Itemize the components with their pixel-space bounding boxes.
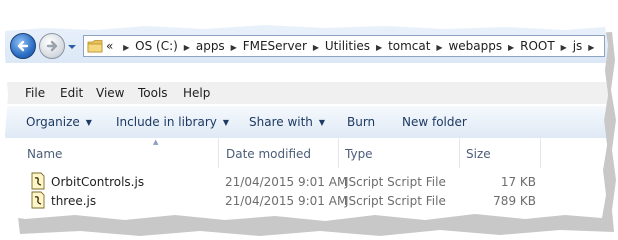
column-size[interactable]: Size: [466, 147, 491, 161]
file-row[interactable]: OrbitControls.js 21/04/2015 9:01 AM JScr…: [5, 172, 608, 192]
column-headers: ▲ Name Date modified Type Size: [5, 138, 608, 168]
file-row[interactable]: three.js 21/04/2015 9:01 AM JScript Scri…: [5, 191, 608, 211]
file-date-modified: 21/04/2015 9:01 AM: [225, 194, 348, 208]
include-in-library-label: Include in library: [116, 115, 217, 129]
menu-tools[interactable]: Tools: [138, 86, 168, 100]
breadcrumb-separator-icon[interactable]: ▶: [557, 43, 571, 52]
column-type[interactable]: Type: [345, 147, 373, 161]
menu-bar: File Edit View Tools Help: [5, 82, 608, 104]
share-with-button[interactable]: Share with ▼: [249, 115, 325, 129]
column-divider[interactable]: [540, 138, 541, 168]
column-name[interactable]: Name: [27, 147, 62, 161]
menu-help[interactable]: Help: [183, 86, 210, 100]
screenshot-stage: « ▶ OS (C:) ▶ apps ▶ FMEServer ▶ Utilities ▶ tomc…: [0, 0, 618, 240]
breadcrumb-item[interactable]: FMEServer: [243, 39, 307, 53]
folder-icon: [87, 40, 103, 53]
forward-button[interactable]: [39, 33, 65, 59]
command-bar: Organize ▼ Include in library ▼ Share with…: [5, 106, 608, 139]
breadcrumb-item[interactable]: tomcat: [388, 39, 430, 53]
breadcrumb-separator-icon[interactable]: ▶: [309, 43, 323, 52]
breadcrumb-item[interactable]: apps: [196, 39, 225, 53]
breadcrumb-separator-icon[interactable]: ▶: [372, 43, 386, 52]
breadcrumb-separator-icon[interactable]: ▶: [119, 43, 133, 52]
menu-view[interactable]: View: [96, 86, 124, 100]
share-with-label: Share with: [249, 115, 313, 129]
file-name: three.js: [51, 194, 97, 208]
back-button[interactable]: [10, 33, 36, 59]
column-divider[interactable]: [459, 138, 460, 168]
file-type: JScript Script File: [345, 194, 446, 208]
organize-label: Organize: [26, 115, 80, 129]
column-divider[interactable]: [338, 138, 339, 168]
breadcrumb-separator-icon[interactable]: ▶: [584, 43, 598, 52]
navigation-row: « ▶ OS (C:) ▶ apps ▶ FMEServer ▶ Utilities ▶ tomc…: [5, 25, 608, 63]
address-bar[interactable]: « ▶ OS (C:) ▶ apps ▶ FMEServer ▶ Utilities ▶ tomc…: [83, 35, 605, 57]
breadcrumb-overflow[interactable]: «: [106, 39, 113, 53]
breadcrumb-separator-icon[interactable]: ▶: [432, 43, 446, 52]
menu-file[interactable]: File: [25, 86, 45, 100]
column-divider[interactable]: [218, 138, 219, 168]
sort-ascending-icon: ▲: [153, 138, 159, 146]
breadcrumb-separator-icon[interactable]: ▶: [227, 43, 241, 52]
breadcrumb-item[interactable]: webapps: [448, 39, 502, 53]
breadcrumb-item[interactable]: ROOT: [520, 39, 555, 53]
column-date-modified[interactable]: Date modified: [226, 147, 311, 161]
breadcrumb-separator-icon[interactable]: ▶: [504, 43, 518, 52]
breadcrumb: « ▶ OS (C:) ▶ apps ▶ FMEServer ▶ Utilities ▶ tomc…: [106, 39, 600, 53]
file-type: JScript Script File: [345, 175, 446, 189]
file-size: 17 KB: [500, 175, 536, 189]
organize-button[interactable]: Organize ▼: [26, 115, 92, 129]
new-folder-button[interactable]: New folder: [402, 115, 467, 129]
breadcrumb-item[interactable]: OS (C:): [135, 39, 178, 53]
burn-button[interactable]: Burn: [347, 115, 375, 129]
explorer-window: « ▶ OS (C:) ▶ apps ▶ FMEServer ▶ Utilities ▶ tomc…: [5, 25, 608, 221]
breadcrumb-item[interactable]: Utilities: [325, 39, 370, 53]
file-name: OrbitControls.js: [51, 175, 145, 189]
chevron-down-icon: ▼: [318, 118, 326, 127]
file-size: 789 KB: [493, 194, 536, 208]
breadcrumb-item[interactable]: js: [573, 39, 583, 53]
jscript-file-icon: [31, 191, 45, 209]
recent-pages-dropdown-icon[interactable]: [67, 43, 77, 51]
back-arrow-icon: [17, 40, 29, 52]
breadcrumb-separator-icon[interactable]: ▶: [180, 43, 194, 52]
menu-edit[interactable]: Edit: [60, 86, 83, 100]
chevron-down-icon: ▼: [222, 118, 230, 127]
forward-arrow-icon: [46, 40, 58, 52]
jscript-file-icon: [31, 172, 45, 190]
chevron-down-icon: ▼: [85, 118, 92, 127]
file-date-modified: 21/04/2015 9:01 AM: [225, 175, 348, 189]
include-in-library-button[interactable]: Include in library ▼: [116, 115, 229, 129]
